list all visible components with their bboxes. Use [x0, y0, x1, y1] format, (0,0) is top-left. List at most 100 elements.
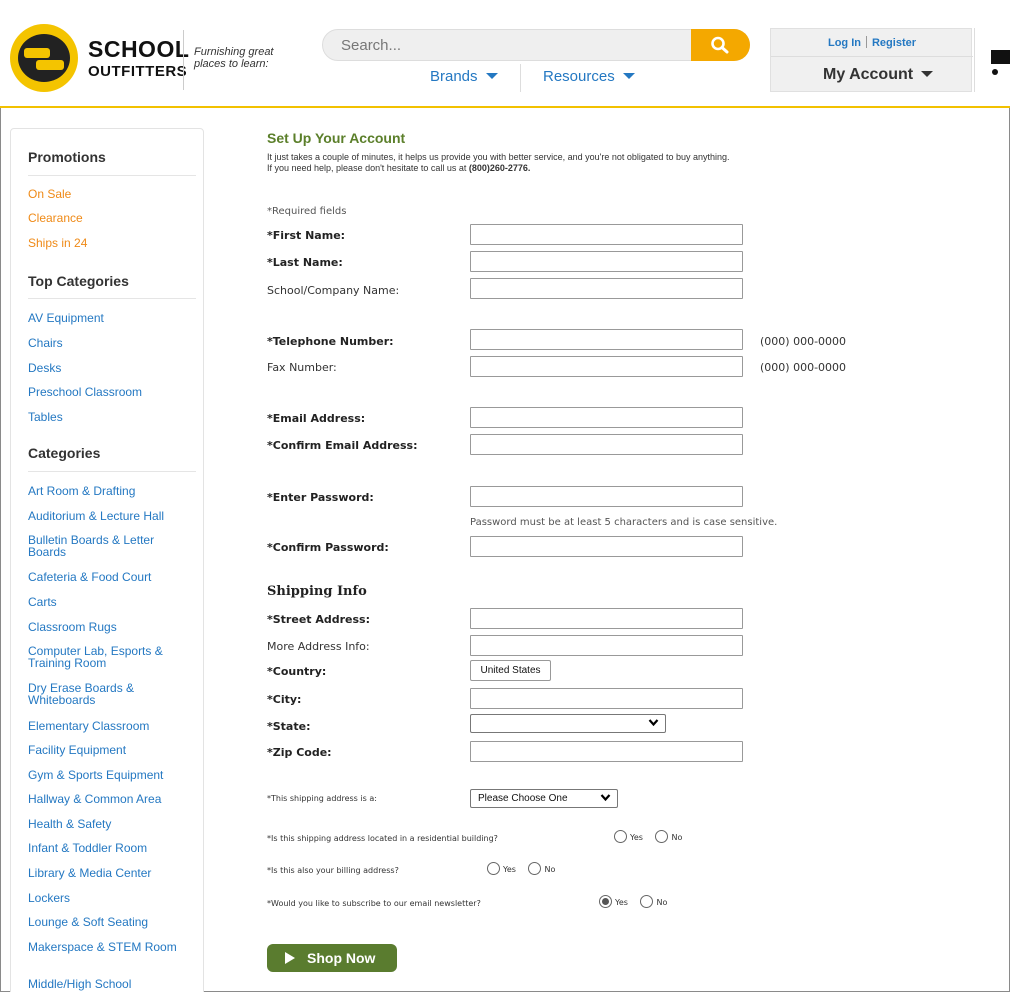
- radio-label-yes: Yes: [615, 898, 628, 907]
- sidebar-item-category[interactable]: Bulletin Boards & Letter Boards: [28, 534, 188, 558]
- login-link[interactable]: Log In: [828, 37, 861, 49]
- sidebar-item-category[interactable]: Health & Safety: [28, 818, 188, 830]
- sidebar-item-category[interactable]: Art Room & Drafting: [28, 485, 188, 497]
- email-label: *Email Address:: [267, 412, 366, 425]
- city-label: *City:: [267, 693, 302, 706]
- school-name-field[interactable]: [470, 278, 743, 299]
- register-link[interactable]: Register: [872, 37, 916, 49]
- site-header: SCHOOL OUTFITTERS Furnishing great place…: [0, 0, 1010, 108]
- state-label: *State:: [267, 720, 311, 733]
- radio-label-yes: Yes: [630, 833, 643, 842]
- country-select[interactable]: United States: [470, 660, 551, 681]
- shop-now-label: Shop Now: [307, 950, 376, 966]
- sidebar-item-chairs[interactable]: Chairs: [28, 337, 188, 349]
- first-name-field[interactable]: [470, 224, 743, 245]
- telephone-format-hint: (000) 000-0000: [760, 335, 847, 348]
- sidebar-item-category[interactable]: Classroom Rugs: [28, 621, 188, 633]
- sidebar: Promotions On Sale Clearance Ships in 24…: [10, 128, 204, 992]
- sidebar-item-category[interactable]: Lockers: [28, 892, 188, 904]
- sidebar-item-preschool-classroom[interactable]: Preschool Classroom: [28, 386, 188, 398]
- sidebar-item-category[interactable]: Cafeteria & Food Court: [28, 571, 188, 583]
- account-divider: [771, 56, 973, 57]
- sidebar-item-category[interactable]: Middle/High School: [28, 978, 188, 990]
- chevron-down-icon: [921, 71, 934, 77]
- required-fields-note: *Required fields: [267, 206, 347, 217]
- fax-field[interactable]: [470, 356, 743, 377]
- nav-brands[interactable]: Brands: [430, 68, 498, 85]
- sidebar-divider: [28, 298, 196, 299]
- residential-yes-radio[interactable]: [614, 830, 627, 843]
- email-field[interactable]: [470, 407, 743, 428]
- billing-yes-radio[interactable]: [487, 862, 500, 875]
- newsletter-yes-radio[interactable]: [599, 895, 612, 908]
- search-button[interactable]: [691, 29, 750, 61]
- radio-label-yes: Yes: [503, 865, 516, 874]
- sidebar-item-category[interactable]: Facility Equipment: [28, 744, 188, 756]
- first-name-label: *First Name:: [267, 229, 346, 242]
- billing-radio-group: Yes No: [487, 862, 565, 876]
- sidebar-item-category[interactable]: Lounge & Soft Seating: [28, 916, 188, 928]
- logo-mark-icon: [10, 24, 78, 92]
- cart-button[interactable]: [974, 28, 1010, 92]
- more-address-field[interactable]: [470, 635, 743, 656]
- chevron-down-icon: [648, 719, 659, 727]
- sidebar-item-on-sale[interactable]: On Sale: [28, 188, 188, 200]
- search-icon: [711, 36, 729, 54]
- newsletter-question: *Would you like to subscribe to our emai…: [267, 899, 481, 908]
- shipping-info-heading: Shipping Info: [267, 584, 367, 599]
- address-type-select[interactable]: Please Choose One: [470, 789, 618, 808]
- chevron-down-icon: [622, 73, 635, 79]
- sidebar-item-category[interactable]: Carts: [28, 596, 188, 608]
- newsletter-no-radio[interactable]: [640, 895, 654, 908]
- sidebar-item-clearance[interactable]: Clearance: [28, 212, 188, 224]
- residential-radio-group: Yes No: [614, 830, 692, 844]
- sidebar-item-category[interactable]: Auditorium & Lecture Hall: [28, 510, 188, 522]
- street-address-label: *Street Address:: [267, 613, 371, 626]
- last-name-label: *Last Name:: [267, 256, 343, 269]
- residential-no-radio[interactable]: [655, 830, 669, 843]
- last-name-field[interactable]: [470, 251, 743, 272]
- more-address-label: More Address Info:: [267, 640, 370, 653]
- city-field[interactable]: [470, 688, 743, 709]
- confirm-email-field[interactable]: [470, 434, 743, 455]
- logo-text-line2: OUTFITTERS: [88, 63, 188, 80]
- password-field[interactable]: [470, 486, 743, 507]
- promotions-heading: Promotions: [28, 149, 106, 165]
- sidebar-item-category[interactable]: Hallway & Common Area: [28, 793, 188, 805]
- sidebar-item-category[interactable]: Gym & Sports Equipment: [28, 769, 188, 781]
- confirm-email-label: *Confirm Email Address:: [267, 439, 418, 452]
- confirm-password-field[interactable]: [470, 536, 743, 557]
- shop-now-button[interactable]: Shop Now: [267, 944, 397, 972]
- nav-resources[interactable]: Resources: [543, 68, 635, 85]
- sidebar-item-ships-in-24[interactable]: Ships in 24: [28, 237, 188, 249]
- nav-separator: [520, 64, 521, 92]
- sidebar-item-category[interactable]: Dry Erase Boards & Whiteboards: [28, 682, 188, 706]
- state-select[interactable]: [470, 714, 666, 733]
- sidebar-item-tables[interactable]: Tables: [28, 411, 188, 423]
- sidebar-item-category[interactable]: Elementary Classroom: [28, 720, 188, 732]
- my-account-dropdown[interactable]: My Account: [823, 66, 934, 84]
- sidebar-item-category[interactable]: Makerspace & STEM Room: [28, 941, 188, 953]
- chevron-down-icon: [600, 794, 611, 802]
- search-input[interactable]: [323, 30, 693, 60]
- play-icon: [285, 952, 295, 964]
- radio-label-no: No: [656, 898, 668, 907]
- telephone-field[interactable]: [470, 329, 743, 350]
- sidebar-item-av-equipment[interactable]: AV Equipment: [28, 312, 188, 324]
- school-outfitters-logo[interactable]: SCHOOL OUTFITTERS: [10, 22, 189, 94]
- tagline: Furnishing great places to learn:: [194, 46, 274, 70]
- intro-text: It just takes a couple of minutes, it he…: [267, 152, 947, 174]
- street-address-field[interactable]: [470, 608, 743, 629]
- sidebar-item-category[interactable]: Library & Media Center: [28, 867, 188, 879]
- sidebar-item-category[interactable]: Infant & Toddler Room: [28, 842, 188, 854]
- sidebar-item-category[interactable]: Computer Lab, Esports & Training Room: [28, 645, 188, 669]
- account-form: Set Up Your Account It just takes a coup…: [250, 110, 1010, 992]
- sidebar-item-desks[interactable]: Desks: [28, 362, 188, 374]
- intro-line2-text: If you need help, please don't hesitate …: [267, 163, 469, 173]
- billing-no-radio[interactable]: [528, 862, 542, 875]
- radio-label-no: No: [544, 865, 556, 874]
- fax-label: Fax Number:: [267, 361, 337, 374]
- zip-code-field[interactable]: [470, 741, 743, 762]
- cart-icon: [991, 50, 1010, 75]
- page-title: Set Up Your Account: [267, 130, 406, 146]
